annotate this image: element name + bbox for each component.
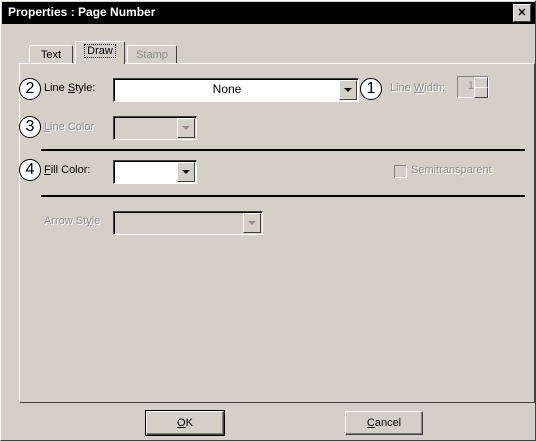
spin-down-icon [474, 87, 488, 98]
line-color-label: Line Color [44, 121, 95, 133]
ok-button[interactable]: OK [145, 410, 225, 436]
line-color-dropdown [113, 116, 197, 140]
semitransparent-label: Semitransparent [411, 164, 492, 176]
chevron-down-icon[interactable] [339, 80, 357, 100]
properties-dialog: Properties : Page Number ✕ Text Draw Sta… [0, 0, 536, 441]
fill-color-label: Fill Color: [44, 164, 91, 176]
tab-stamp: Stamp [127, 45, 177, 64]
separator-2 [41, 195, 525, 197]
cancel-button[interactable]: Cancel [345, 411, 423, 435]
semitransparent-checkbox [394, 165, 407, 178]
line-width-value: 1 [467, 80, 474, 92]
line-style-dropdown[interactable]: None [113, 78, 359, 102]
callout-3: 3 [19, 116, 41, 138]
line-style-label: Line Style: [44, 82, 96, 94]
chevron-down-icon[interactable] [177, 162, 195, 182]
tab-draw-label: Draw [84, 44, 116, 58]
arrow-style-label: Arrow Style [44, 215, 101, 227]
callout-4: 4 [19, 159, 41, 181]
line-width-label: Line Width: [390, 82, 446, 94]
callout-1: 1 [360, 78, 382, 100]
chevron-down-icon [243, 213, 261, 233]
arrow-style-dropdown [113, 211, 263, 235]
separator-1 [41, 149, 525, 151]
close-icon[interactable]: ✕ [513, 4, 531, 22]
line-style-value: None [212, 82, 242, 96]
chevron-down-icon [177, 118, 195, 138]
tab-text[interactable]: Text [29, 45, 73, 64]
draw-panel [19, 63, 535, 403]
callout-2: 2 [19, 78, 41, 100]
window-title: Properties : Page Number [8, 5, 156, 19]
tab-draw[interactable]: Draw [75, 41, 125, 64]
title-bar: Properties : Page Number ✕ [2, 2, 535, 24]
line-width-stepper: 1 [457, 76, 489, 98]
fill-color-dropdown[interactable] [113, 160, 197, 184]
